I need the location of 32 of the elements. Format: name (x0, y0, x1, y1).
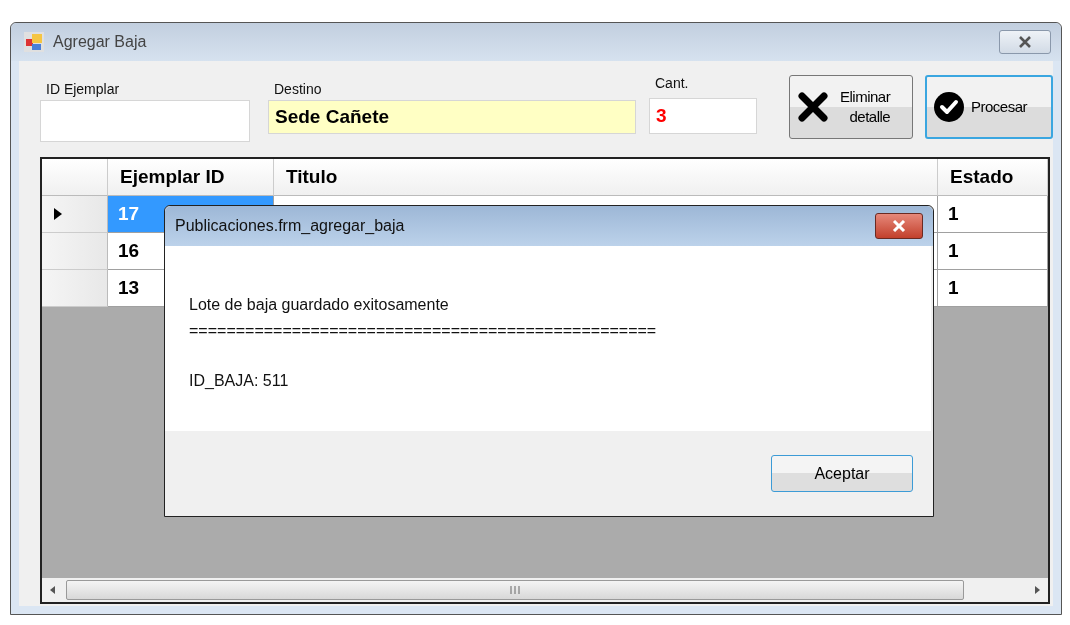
app-icon (23, 31, 45, 53)
field-label: ID Ejemplar (45, 80, 121, 99)
window-title: Agregar Baja (53, 33, 148, 51)
table-cell: 1 (938, 196, 1048, 233)
grip-icon (509, 586, 521, 594)
close-button[interactable] (999, 30, 1051, 54)
input-field[interactable] (40, 100, 250, 142)
x-icon (796, 90, 830, 124)
table-cell: 1 (938, 270, 1048, 307)
column-header[interactable]: Titulo (274, 159, 938, 196)
close-icon (1016, 36, 1034, 48)
row-header[interactable] (42, 233, 108, 270)
row-header[interactable] (42, 270, 108, 307)
input-field[interactable]: 3 (649, 98, 757, 134)
row-header[interactable] (42, 196, 108, 233)
check-icon (933, 91, 965, 123)
message-text: ID_BAJA: 511 (189, 371, 290, 391)
accept-button[interactable]: Aceptar (771, 455, 913, 492)
field-label: Destino (273, 80, 323, 99)
process-button[interactable]: Procesar (925, 75, 1053, 139)
delete-button[interactable]: Eliminar detalle (789, 75, 913, 139)
column-header[interactable]: Estado (938, 159, 1048, 196)
message-text: ================================================== (189, 321, 658, 341)
close-icon (890, 220, 908, 232)
scrollbar-thumb[interactable] (66, 580, 964, 600)
input-field[interactable]: Sede Cañete (268, 100, 636, 134)
column-header[interactable]: Ejemplar ID (108, 159, 274, 196)
horizontal-scrollbar[interactable] (42, 578, 1048, 602)
close-button[interactable] (875, 213, 923, 239)
table-cell: 1 (938, 233, 1048, 270)
field-label: Cant. (654, 74, 690, 93)
grid-corner (42, 159, 108, 196)
